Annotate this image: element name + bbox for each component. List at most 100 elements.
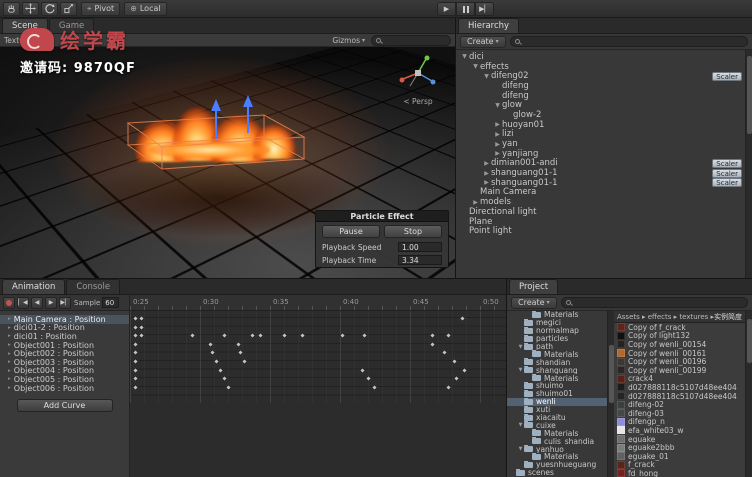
- keyframe-diamond[interactable]: [188, 332, 197, 340]
- hierarchy-item[interactable]: Main Camera: [456, 187, 744, 197]
- asset-item[interactable]: fd_hong: [614, 469, 745, 477]
- hierarchy-item[interactable]: glow-2: [456, 110, 744, 120]
- keyframe-diamond[interactable]: [370, 383, 379, 391]
- tab-project[interactable]: Project: [509, 279, 559, 294]
- keyframe-diamond[interactable]: [208, 349, 217, 357]
- animation-track[interactable]: ▸ Object004 : Position: [0, 366, 129, 375]
- keyframe-diamond[interactable]: [224, 383, 233, 391]
- pivot-toggle-button[interactable]: ⌖ Pivot: [81, 1, 121, 16]
- hierarchy-item[interactable]: ▶ shanguang01-1 Scaler: [456, 178, 744, 188]
- keyframe-diamond[interactable]: [236, 349, 245, 357]
- expander-icon[interactable]: ▸: [8, 342, 11, 348]
- keyframe-diamond[interactable]: [206, 340, 215, 348]
- asset-item[interactable]: eguake2bbb: [614, 443, 745, 452]
- scene-search-input[interactable]: [371, 34, 451, 46]
- expander-icon[interactable]: ▼: [460, 53, 469, 60]
- asset-item[interactable]: Copy of wenli_00199: [614, 366, 745, 375]
- pause-button[interactable]: [456, 2, 475, 16]
- project-folder[interactable]: normalmap: [507, 326, 607, 335]
- playback-time-value[interactable]: 3.34: [398, 255, 442, 265]
- hierarchy-search-input[interactable]: [509, 36, 748, 47]
- project-folder[interactable]: wenli: [507, 397, 607, 406]
- move-tool-button[interactable]: [22, 1, 39, 16]
- hierarchy-create-button[interactable]: Create ▾: [460, 35, 506, 48]
- hierarchy-item[interactable]: ▼ glow: [456, 100, 744, 110]
- keyframe-diamond[interactable]: [137, 314, 146, 323]
- expander-icon[interactable]: ▶: [493, 150, 502, 157]
- expander-icon[interactable]: ▼: [493, 102, 502, 109]
- keyframe-diamond[interactable]: [131, 383, 140, 391]
- project-search-input[interactable]: [560, 297, 748, 308]
- keyframe-diamond[interactable]: [440, 349, 449, 357]
- keyframe-diamond[interactable]: [240, 357, 249, 366]
- keyframe-diamond[interactable]: [452, 375, 461, 383]
- keyframe-diamond[interactable]: [131, 366, 140, 374]
- sample-value-field[interactable]: 60: [102, 297, 120, 308]
- expander-icon[interactable]: ▸: [8, 351, 11, 357]
- expander-icon[interactable]: ▼: [517, 422, 524, 428]
- project-folder[interactable]: ▼ cuixe: [507, 421, 607, 429]
- keyframe-diamond[interactable]: [131, 375, 140, 383]
- expander-icon[interactable]: ▶: [482, 170, 491, 177]
- keyframe-diamond[interactable]: [131, 340, 140, 348]
- animation-track[interactable]: ▸ dici01-2 : Position: [0, 323, 129, 332]
- animation-track[interactable]: ▸ dici01 : Position: [0, 332, 129, 341]
- hierarchy-item[interactable]: difeng: [456, 81, 744, 91]
- project-folder[interactable]: Materials: [507, 429, 607, 437]
- project-folder[interactable]: megici: [507, 318, 607, 327]
- particle-stop-button[interactable]: Stop: [384, 225, 442, 238]
- scene-viewport[interactable]: < Persp Particle Effect Pause Stop Playb…: [0, 47, 455, 278]
- animation-track[interactable]: ▸ Object003 : Position: [0, 358, 129, 367]
- prev-frame-button[interactable]: ◀: [31, 296, 43, 309]
- expander-icon[interactable]: ▶: [471, 199, 480, 206]
- keyframe-diamond[interactable]: [458, 314, 467, 323]
- keyframe-diamond[interactable]: [131, 349, 140, 357]
- animation-track[interactable]: ▸ Object005 : Position: [0, 375, 129, 384]
- playback-speed-value[interactable]: 1.00: [398, 242, 442, 252]
- project-folder[interactable]: shuimo: [507, 382, 607, 390]
- asset-item[interactable]: efa_white03_w: [614, 426, 745, 435]
- animation-track[interactable]: ▸ Main Camera : Position: [0, 315, 129, 324]
- project-folder[interactable]: ▼ yanhuo: [507, 445, 607, 453]
- rotate-tool-button[interactable]: [41, 1, 58, 16]
- hand-tool-button[interactable]: [3, 1, 20, 16]
- project-folder[interactable]: culis_shandia: [507, 437, 607, 445]
- keyframe-diamond[interactable]: [444, 383, 453, 391]
- project-folder[interactable]: Materials: [507, 311, 607, 319]
- expander-icon[interactable]: ▸: [8, 376, 11, 382]
- breadcrumb[interactable]: Assets ▸ effects ▸ textures ▸ 实例简度材质: [614, 311, 745, 323]
- asset-item[interactable]: difeng-02: [614, 400, 745, 409]
- animation-timeline[interactable]: 0:25 0:30 0:35 0:40 0:45 0:50: [130, 295, 506, 477]
- keyframe-diamond[interactable]: [216, 366, 225, 374]
- asset-item[interactable]: eguake_01: [614, 452, 745, 461]
- expander-icon[interactable]: ▶: [482, 160, 491, 167]
- animation-track[interactable]: ▸ Object002 : Position: [0, 349, 129, 358]
- animation-track[interactable]: ▸ Object006 : Position: [0, 384, 129, 393]
- keyframe-diamond[interactable]: [137, 332, 146, 340]
- keyframe-diamond[interactable]: [256, 332, 265, 340]
- expander-icon[interactable]: ▸: [8, 359, 11, 365]
- keyframe-diamond[interactable]: [358, 366, 367, 374]
- keyframe-diamond[interactable]: [444, 332, 453, 340]
- asset-item[interactable]: Copy of wenli_00154: [614, 340, 745, 349]
- project-folder[interactable]: ▼ path: [507, 342, 607, 350]
- keyframe-diamond[interactable]: [280, 332, 289, 340]
- expander-icon[interactable]: ▼: [517, 446, 524, 452]
- asset-item[interactable]: Copy of wenli_00161: [614, 349, 745, 357]
- tab-animation[interactable]: Animation: [2, 279, 66, 294]
- local-toggle-button[interactable]: ⊕ Local: [124, 1, 167, 16]
- folders-scrollbar[interactable]: [607, 311, 614, 477]
- project-folder[interactable]: Materials: [507, 374, 607, 382]
- expander-icon[interactable]: ▶: [493, 141, 502, 148]
- play-animation-button[interactable]: ▶: [45, 296, 57, 309]
- expander-icon[interactable]: ▸: [8, 325, 11, 331]
- assets-scrollbar[interactable]: [745, 311, 752, 477]
- scale-tool-button[interactable]: [60, 1, 77, 16]
- keyframe-diamond[interactable]: [428, 340, 437, 348]
- expander-icon[interactable]: ▶: [493, 131, 502, 138]
- project-create-button[interactable]: Create ▾: [511, 296, 557, 309]
- keyframe-diamond[interactable]: [248, 332, 257, 340]
- gizmos-dropdown[interactable]: Gizmos ▾: [332, 36, 365, 45]
- keyframe-diamond[interactable]: [338, 332, 347, 340]
- keyframe-diamond[interactable]: [460, 366, 469, 374]
